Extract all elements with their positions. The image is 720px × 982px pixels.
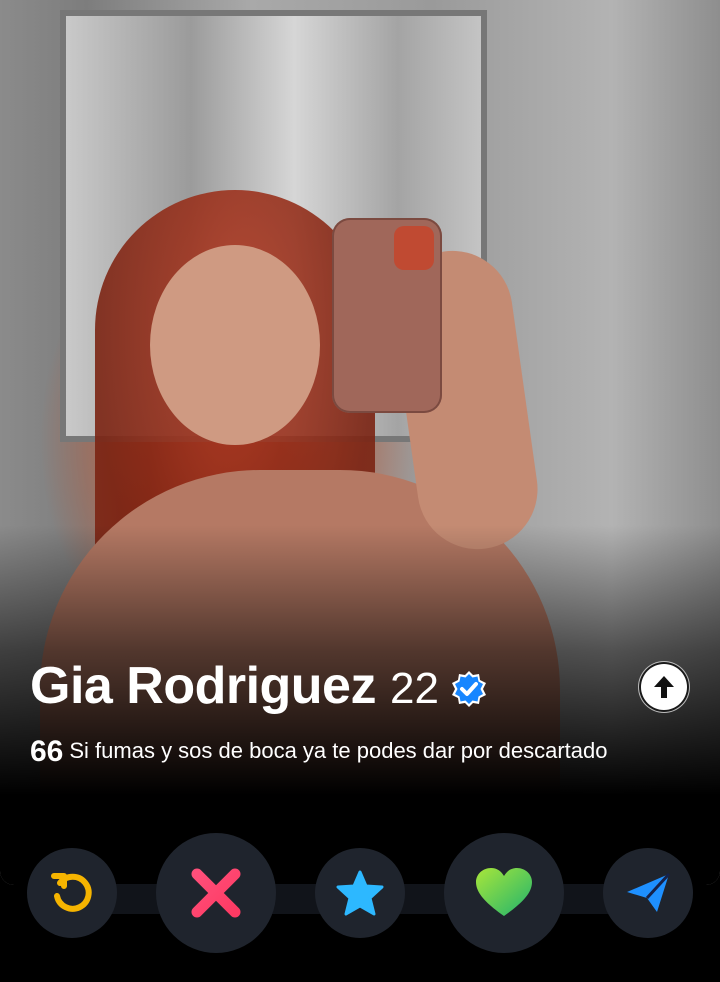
profile-name-row: Gia Rodriguez 22 [30, 656, 489, 716]
open-profile-button[interactable] [639, 662, 689, 712]
bio-text: Si fumas y sos de boca ya te podes dar p… [69, 738, 608, 763]
quote-icon: 66 [30, 735, 64, 768]
arrow-up-icon [654, 676, 674, 698]
rewind-icon [51, 873, 92, 912]
photo-face [150, 245, 320, 445]
profile-age: 22 [389, 664, 439, 713]
send-icon [627, 872, 671, 912]
star-icon [336, 870, 384, 916]
rewind-button[interactable] [27, 848, 117, 938]
profile-bio: 66 Si fumas y sos de boca ya te podes dar… [30, 732, 640, 771]
photo-phone [332, 218, 442, 413]
profile-name: Gia Rodriguez [30, 657, 376, 715]
x-icon [191, 868, 241, 918]
like-button[interactable] [444, 833, 564, 953]
boost-button[interactable] [603, 848, 693, 938]
nope-button[interactable] [156, 833, 276, 953]
profile-card[interactable]: Gia Rodriguez 22 66 Si fumas y sos de boc… [0, 0, 720, 885]
super-like-button[interactable] [315, 848, 405, 938]
verified-badge-icon [449, 669, 489, 709]
heart-icon [476, 868, 532, 916]
